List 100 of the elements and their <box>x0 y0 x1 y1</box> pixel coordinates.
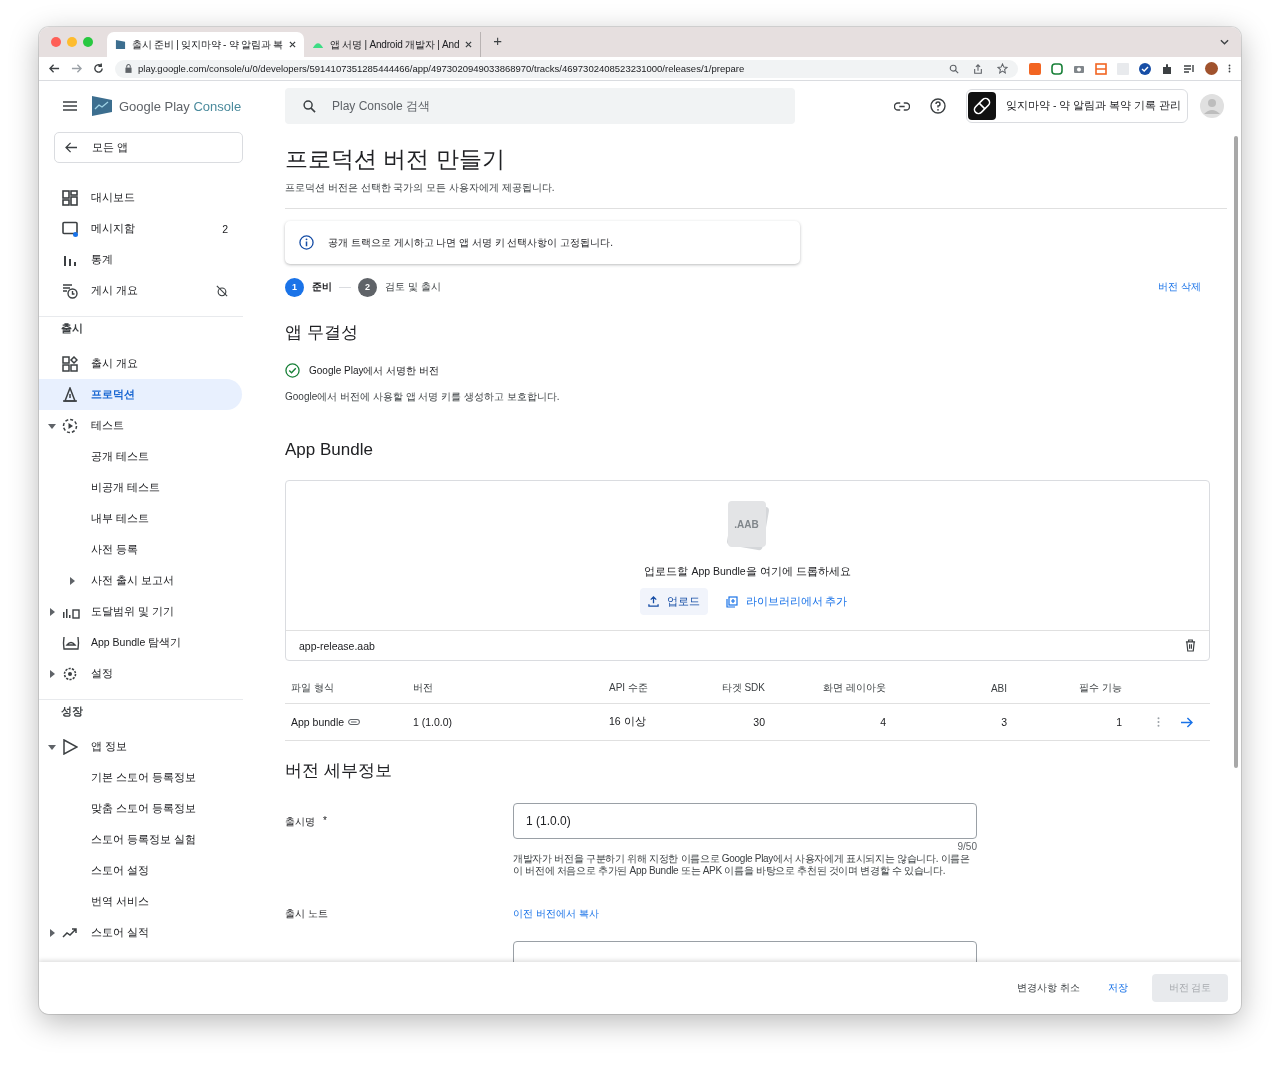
table-cell-text: 1 <box>1115 716 1122 728</box>
nav-item[interactable]: 내부 테스트 <box>39 503 242 534</box>
release-name-field[interactable]: 1 (1.0.0) <box>513 803 977 839</box>
column-header: 타겟 SDK <box>720 681 765 695</box>
url-text: play.google.com/console/u/0/developers/5914107351285444466/app/4973020949033868970/tracks/4697302408523231000/releases/1/prepare <box>138 63 745 74</box>
media-control-icon[interactable] <box>1183 62 1195 75</box>
product-logo-text: Google Play Console <box>119 98 242 114</box>
nav-item[interactable]: 스토어 등록정보 실험 <box>39 824 242 855</box>
stepper-step: 1 준비 <box>285 277 332 297</box>
nav-item[interactable]: 사전 등록 <box>39 534 242 565</box>
nav-item[interactable]: App Bundle 탐색기 <box>39 627 242 658</box>
play-console-favicon-icon <box>115 39 126 50</box>
table-cell-text: 4 <box>879 716 886 728</box>
link-icon[interactable] <box>894 101 910 111</box>
paperclip-icon <box>348 719 361 725</box>
extension-icon[interactable] <box>1029 62 1041 75</box>
star-icon[interactable] <box>997 63 1008 74</box>
dashboard-icon <box>62 189 78 206</box>
add-from-library-button[interactable]: 라이브러리에서 추가 <box>717 588 856 615</box>
check-circle-icon <box>285 363 300 378</box>
nav-item[interactable]: 스토어 실적 <box>39 917 242 948</box>
nav-item[interactable]: 맞춤 스토어 등록정보 <box>39 793 242 824</box>
check-badge-icon[interactable] <box>1139 62 1151 75</box>
search-icon <box>303 100 316 113</box>
close-icon[interactable] <box>465 41 473 48</box>
reload-icon[interactable] <box>93 63 104 74</box>
nav-item[interactable]: 도달범위 및 기기 <box>39 596 242 627</box>
page-title: 프로덕션 버전 만들기 <box>285 145 506 173</box>
nav-item[interactable]: 앱 정보 <box>39 731 242 762</box>
file-name: app-release.aab <box>299 639 375 652</box>
table-cell-text: 16 이상 <box>609 715 647 729</box>
nav-item[interactable]: 설정 <box>39 658 242 689</box>
inbox-icon <box>62 220 78 237</box>
discard-changes-button[interactable]: 변경사항 취소 <box>1007 975 1090 1001</box>
column-header: 파일 형식 <box>291 681 335 695</box>
more-vert-icon[interactable] <box>1228 63 1231 74</box>
nav-item[interactable]: 출시 개요 <box>39 348 242 379</box>
arrow-right-icon[interactable] <box>1180 716 1193 728</box>
column-header: 필수 기능 <box>1078 681 1122 695</box>
section-label: 성장 <box>60 704 84 719</box>
copy-from-previous-link[interactable]: 이전 버전에서 복사 <box>513 908 599 919</box>
nav-item[interactable]: 통계 <box>39 244 242 275</box>
nav-item[interactable]: 사전 출시 보고서 <box>39 565 242 596</box>
table-cell-text: 30 <box>752 716 765 728</box>
production-icon <box>62 386 78 403</box>
nav-item[interactable]: 대시보드 <box>39 182 242 213</box>
stepper-step: 2 검토 및 출시 <box>358 277 441 297</box>
publishing-off-icon <box>216 284 228 297</box>
schedule-list-icon <box>62 282 78 299</box>
browser-tab[interactable]: 출시 준비 | 잊지마약 - 약 알림과 복 <box>107 32 304 57</box>
nav-item[interactable]: 비공개 테스트 <box>39 472 242 503</box>
chevron-down-icon[interactable] <box>1220 39 1229 45</box>
new-tab-button[interactable]: + <box>481 32 503 52</box>
nav-item[interactable]: 기본 스토어 등록정보 <box>39 762 242 793</box>
extension-icon[interactable] <box>1051 62 1063 75</box>
close-icon[interactable] <box>289 41 296 48</box>
search-field[interactable]: Play Console 검색 <box>285 88 795 124</box>
nav-item[interactable]: 게시 개요 <box>39 275 242 306</box>
delete-release-link[interactable]: 버전 삭제 <box>1158 280 1201 294</box>
settings-icon <box>62 665 78 682</box>
app-selector[interactable]: 잊지마약 - 약 알림과 복약 기록 관리 <box>966 89 1188 123</box>
all-apps-button[interactable]: 모든 앱 <box>54 132 243 163</box>
delete-icon[interactable] <box>1185 639 1196 652</box>
forward-arrow-icon[interactable] <box>71 63 82 74</box>
tab-title: 앱 서명 | Android 개발자 | And <box>330 37 460 52</box>
zoom-icon[interactable] <box>949 63 959 74</box>
address-bar[interactable]: play.google.com/console/u/0/developers/5914107351285444466/app/4973020949033868970/tracks/4697302408523231000/releases/1/prepare <box>115 59 1018 78</box>
section-heading: 앱 무결성 <box>285 322 359 344</box>
scrollbar[interactable] <box>1234 136 1238 768</box>
upload-dropzone[interactable]: .AAB 업로드할 App Bundle을 여기에 드롭하세요 업로드 라이브러리에서 추가 app-release.aab <box>285 480 1210 661</box>
nav-item[interactable]: 번역 서비스 <box>39 886 242 917</box>
extension-icon[interactable] <box>1095 62 1107 75</box>
back-arrow-icon[interactable] <box>49 63 60 74</box>
aab-file-graphic: .AAB <box>725 501 770 553</box>
profile-avatar[interactable] <box>1205 62 1218 75</box>
menu-icon[interactable] <box>63 101 77 111</box>
nav-item[interactable]: 스토어 설정 <box>39 855 242 886</box>
back-arrow-icon <box>65 142 78 153</box>
table-cell: App bundle <box>291 716 413 728</box>
tab-title: 출시 준비 | 잊지마약 - 약 알림과 복 <box>132 37 283 52</box>
share-icon[interactable] <box>973 63 983 74</box>
required-mark: * <box>323 815 327 828</box>
field-help-text: 개발자가 버전을 구분하기 위해 지정한 이름으로 Google Play에서 사용자에게 표시되지는 않습니다. 이름은 이 버전에 처음으로 추가된 App Bundle 또는 APK 이름을 바탕으로 추천된 것이며 변경할 수 있습니다. <box>513 853 971 877</box>
save-button[interactable]: 저장 <box>1098 975 1138 1001</box>
help-icon[interactable] <box>930 98 946 114</box>
section-heading: App Bundle <box>285 439 374 461</box>
test-track-icon <box>62 417 78 434</box>
nav-item[interactable]: 메시지함 2 <box>39 213 242 244</box>
library-add-icon <box>725 595 738 608</box>
table-cell-text: 1 (1.0.0) <box>413 716 454 728</box>
table-cell-text: 3 <box>1000 716 1007 728</box>
drop-instruction: 업로드할 App Bundle을 여기에 드롭하세요 <box>644 565 851 579</box>
puzzle-icon[interactable] <box>1161 62 1173 75</box>
play-triangle-icon <box>62 738 78 755</box>
nav-item[interactable]: 프로덕션 <box>39 379 242 410</box>
upload-button[interactable]: 업로드 <box>639 588 708 615</box>
page-subtitle: 프로덕션 버전은 선택한 국가의 모든 사용자에게 제공됩니다. <box>285 181 556 195</box>
nav-item[interactable]: 공개 테스트 <box>39 441 242 472</box>
browser-tab[interactable]: 앱 서명 | Android 개발자 | And <box>304 32 482 57</box>
nav-item[interactable]: 테스트 <box>39 410 242 441</box>
